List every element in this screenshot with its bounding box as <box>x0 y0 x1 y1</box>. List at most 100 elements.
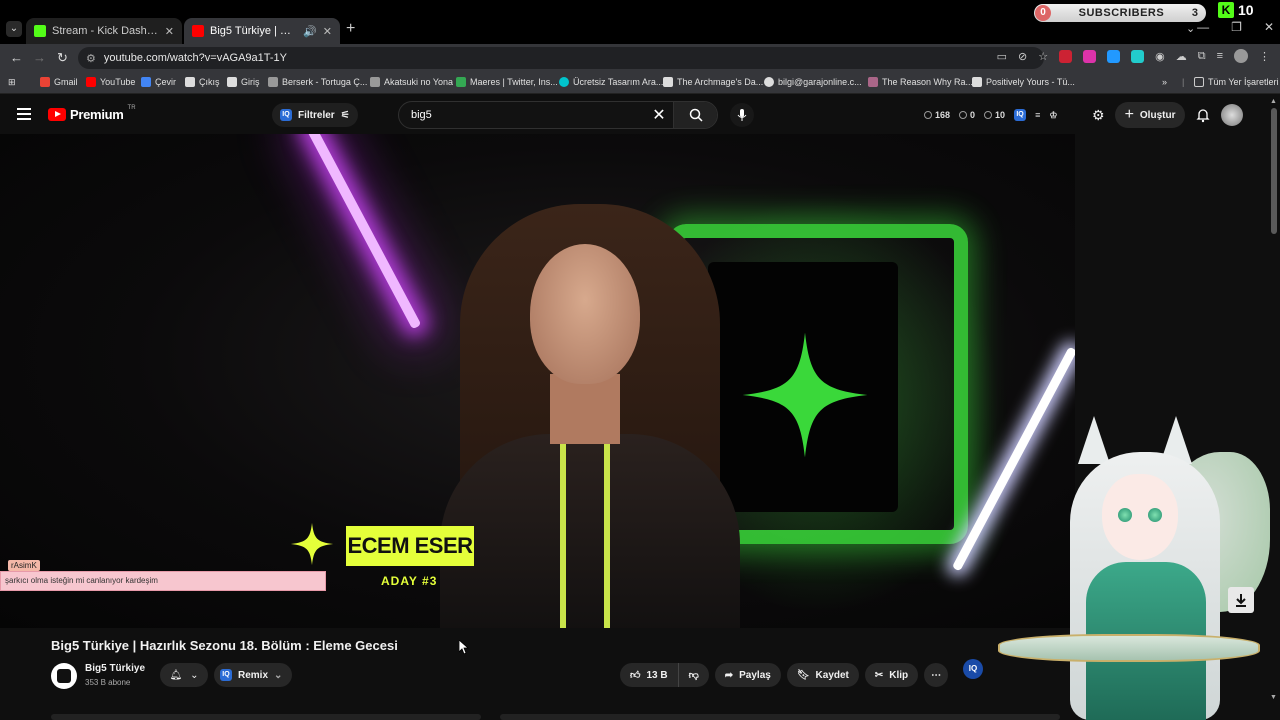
address-bar[interactable]: ⚙ youtube.com/watch?v=vAGA9a1T-1Y <box>78 47 1044 69</box>
video-actions: 👍︎ 13 B 👎︎ ➦ Paylaş 🔖︎ Kaydet ✂ Klip ⋯ <box>620 663 949 687</box>
speaker-icon[interactable]: 🔊 <box>303 25 317 38</box>
clear-search-icon[interactable]: ✕ <box>645 105 673 125</box>
kick-logo-icon: K <box>1218 2 1234 18</box>
extension-icon[interactable] <box>1083 49 1097 63</box>
page-icon <box>268 77 278 87</box>
share-button[interactable]: ➦ Paylaş <box>714 663 781 687</box>
bookmark-berserk[interactable]: Berserk - Tortuga Ç... <box>268 77 367 87</box>
dislike-button[interactable]: 👎︎ <box>678 663 709 687</box>
bookmark-canva[interactable]: Ücretsiz Tasarım Ara... <box>559 77 663 87</box>
menu-dots-icon[interactable]: ⋮ <box>1259 50 1270 63</box>
tab-search-button[interactable]: ⌄ <box>6 21 22 37</box>
eye-off-icon[interactable]: ⊘ <box>1018 50 1027 63</box>
mic-icon <box>737 109 747 121</box>
youtube-premium-logo[interactable]: Premium TR <box>48 105 136 122</box>
cast-icon[interactable]: ▭ <box>997 50 1007 63</box>
filters-button[interactable]: IQ Filtreler ⚟ <box>272 103 358 127</box>
more-bookmarks-icon[interactable]: » <box>1162 77 1167 87</box>
cloud-icon[interactable]: ☁ <box>1176 50 1187 63</box>
bulb-icon[interactable]: ◉ <box>1155 50 1165 63</box>
search-box: big5 ✕ <box>398 101 718 129</box>
bookmark-giris[interactable]: Giriş <box>227 77 260 87</box>
close-tab-icon[interactable]: ✕ <box>323 25 332 38</box>
tab-title: Stream - Kick Dashboard <box>52 25 159 37</box>
window-controls: — ❐ ✕ <box>1197 20 1274 34</box>
create-button[interactable]: + Oluştur <box>1114 102 1186 128</box>
like-button[interactable]: 👍︎ 13 B <box>620 663 679 687</box>
page-icon <box>370 77 380 87</box>
new-tab-button[interactable]: + <box>346 20 355 38</box>
tab-list-icon[interactable]: ⌄ <box>1186 22 1195 35</box>
video-title: Big5 Türkiye | Hazırlık Sezonu 18. Bölüm… <box>51 638 398 653</box>
iq-floating-button[interactable]: IQ <box>963 659 983 679</box>
bookmark-youtube[interactable]: YouTube <box>86 77 135 87</box>
reload-icon[interactable]: ↻ <box>57 50 68 66</box>
hamburger-menu-icon[interactable] <box>17 108 31 120</box>
youtube-icon <box>86 77 96 87</box>
list-icon[interactable]: ≡ <box>1035 110 1040 120</box>
extension-icon[interactable] <box>1059 49 1073 63</box>
subscribers-left-count: 0 <box>1035 5 1051 21</box>
channel-name[interactable]: Big5 Türkiye <box>85 663 145 674</box>
minimize-icon[interactable]: — <box>1197 20 1209 34</box>
bookmark-archmage[interactable]: The Archmage's Da... <box>663 77 763 87</box>
bookmark-positively[interactable]: Positively Yours - Tü... <box>972 77 1075 87</box>
description-bar <box>51 714 481 720</box>
filters-label: Filtreler <box>298 109 335 121</box>
bookmark-gmail[interactable]: Gmail <box>40 77 78 87</box>
scroll-thumb[interactable] <box>1271 108 1277 234</box>
save-label: Kaydet <box>815 669 849 681</box>
download-icon[interactable] <box>1228 587 1254 613</box>
bookmark-bilgi[interactable]: bilgi@garajonline.c... <box>764 77 862 87</box>
extension-icon[interactable] <box>1107 49 1121 63</box>
save-button[interactable]: 🔖︎ Kaydet <box>786 663 859 687</box>
tab-youtube-video[interactable]: Big5 Türkiye | Hazırlık Sezonu 🔊 ✕ <box>184 18 340 44</box>
extension-stats: 168 0 10 IQ ≡ ♔ <box>924 109 1057 121</box>
header-actions: ⚙ + Oluştur <box>1092 102 1244 128</box>
bookmark-cikis[interactable]: Çıkış <box>185 77 220 87</box>
subscribers-right-count: 3 <box>1191 7 1198 19</box>
subscription-bell-button[interactable]: 🔔︎ ⌄ <box>160 663 208 687</box>
eye-icon <box>984 111 993 119</box>
lower-third-star-icon <box>290 522 334 566</box>
iq-icon[interactable]: IQ <box>1014 109 1027 121</box>
reading-list-icon[interactable]: ≡ <box>1217 50 1223 62</box>
tab-kick-dashboard[interactable]: Stream - Kick Dashboard ✕ <box>26 18 182 44</box>
vtuber-avatar <box>990 412 1280 720</box>
bell-icon: 🔔︎ <box>169 669 183 681</box>
notifications-bell-icon[interactable] <box>1195 107 1211 123</box>
profile-avatar[interactable] <box>1234 49 1248 63</box>
thumbs-down-icon: 👎︎ <box>688 670 699 681</box>
extension-gear-icon[interactable]: ⚙ <box>1092 107 1105 124</box>
video-meta: Big5 Türkiye | Hazırlık Sezonu 18. Bölüm… <box>0 628 1075 720</box>
video-player[interactable]: ECEM ESER ADAY #3 rAsimK şarkıcı olma is… <box>0 134 1075 628</box>
close-tab-icon[interactable]: ✕ <box>165 25 174 38</box>
remix-button[interactable]: IQ Remix ⌄ <box>214 663 293 687</box>
bookmark-star-icon[interactable]: ☆ <box>1038 50 1048 63</box>
award-icon[interactable]: ♔ <box>1049 110 1057 121</box>
scroll-up-icon[interactable]: ▲ <box>1270 98 1277 105</box>
sliders-icon: ⚟ <box>340 109 350 121</box>
close-window-icon[interactable]: ✕ <box>1264 20 1274 34</box>
clock-icon <box>924 111 932 119</box>
extension-icon[interactable] <box>1131 49 1145 63</box>
clip-button[interactable]: ✂ Klip <box>864 663 919 687</box>
more-actions-button[interactable]: ⋯ <box>924 663 949 687</box>
apps-grid-icon[interactable]: ⊞ <box>8 77 16 88</box>
bookmark-cevir[interactable]: Çevir <box>141 77 176 87</box>
user-avatar[interactable] <box>1221 104 1244 126</box>
search-button[interactable] <box>673 102 717 128</box>
search-input[interactable]: big5 <box>399 109 645 121</box>
restore-icon[interactable]: ❐ <box>1231 20 1242 34</box>
all-bookmarks[interactable]: Tüm Yer İşaretleri <box>1194 77 1279 87</box>
channel-avatar[interactable] <box>51 663 77 689</box>
bookmark-akatsuki[interactable]: Akatsuki no Yona <box>370 77 453 87</box>
bookmark-maeres[interactable]: Maeres | Twitter, Ins... <box>456 77 558 87</box>
voice-search-button[interactable] <box>730 103 754 127</box>
like-count: 13 B <box>646 669 668 681</box>
back-icon[interactable]: ← <box>10 50 23 65</box>
bookmark-reason[interactable]: The Reason Why Ra... <box>868 77 973 87</box>
puzzle-icon[interactable]: ⧉ <box>1198 50 1206 63</box>
forward-icon[interactable]: → <box>33 50 46 65</box>
site-info-icon[interactable]: ⚙ <box>86 52 96 65</box>
